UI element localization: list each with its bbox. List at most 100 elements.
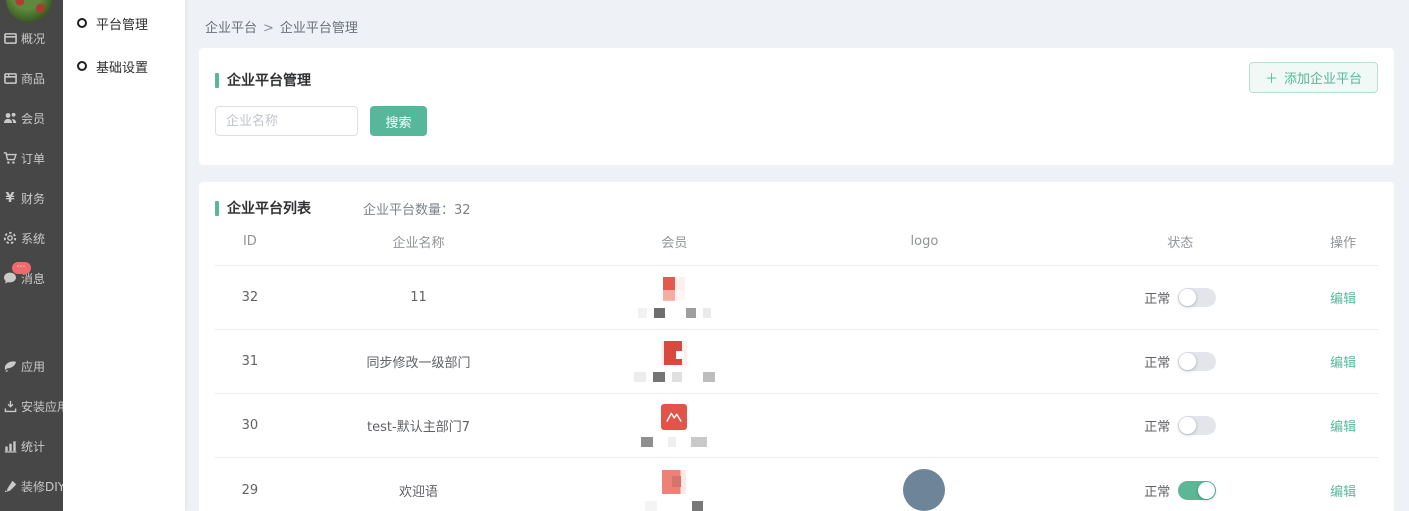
- sidebar-item-label: 应用: [21, 358, 45, 375]
- col-header-id: ID: [215, 234, 285, 249]
- overview-icon: [3, 31, 17, 45]
- orders-icon: [3, 151, 17, 165]
- status-toggle[interactable]: [1178, 416, 1216, 435]
- sidebar-item-label: 财务: [21, 190, 45, 207]
- add-button-label: 添加企业平台: [1284, 68, 1362, 87]
- col-header-action: 操作: [1308, 232, 1378, 251]
- sidebar-item-overview[interactable]: 概况: [0, 30, 63, 46]
- enterprise-name-input[interactable]: [215, 106, 358, 136]
- edit-link[interactable]: 编辑: [1330, 356, 1356, 371]
- redacted-member-names: [641, 437, 707, 447]
- status-label: 正常: [1144, 481, 1170, 500]
- cell-enterprise-name: 同步修改一级部门: [285, 352, 552, 371]
- sidebar-item-goods[interactable]: 商品: [0, 70, 63, 86]
- breadcrumb: 企业平台>企业平台管理: [185, 0, 1409, 48]
- finance-icon: ¥: [3, 191, 17, 205]
- radio-circle-icon: [77, 18, 87, 28]
- user-avatar[interactable]: [6, 0, 52, 22]
- search-row: 搜索: [215, 106, 1394, 136]
- title-accent-bar: [215, 73, 219, 88]
- cell-member: [552, 470, 796, 511]
- submenu-item-platform-management[interactable]: 平台管理: [63, 14, 185, 32]
- breadcrumb-current: 企业平台管理: [280, 21, 358, 36]
- secondary-sidebar: 平台管理 基础设置: [63, 0, 185, 511]
- sidebar-item-diy[interactable]: 装修DIY: [0, 478, 63, 494]
- members-icon: [3, 111, 17, 125]
- sidebar-item-label: 系统: [21, 230, 45, 247]
- edit-link[interactable]: 编辑: [1330, 292, 1356, 307]
- system-icon: [3, 231, 17, 245]
- sidebar-item-label: 安装应用: [21, 398, 63, 415]
- sidebar-item-apps[interactable]: 应用: [0, 358, 63, 374]
- main-content: 企业平台>企业平台管理 企业平台管理 ＋ 添加企业平台 搜索 企业平台列表 企业…: [185, 0, 1409, 511]
- sidebar-item-label: 商品: [21, 70, 45, 87]
- redacted-member-names: [634, 372, 715, 382]
- status-toggle[interactable]: [1178, 288, 1216, 307]
- list-card-header: 企业平台列表 企业平台数量：32: [199, 182, 1394, 218]
- message-badge: ⋯: [12, 262, 31, 274]
- breadcrumb-parent[interactable]: 企业平台: [205, 21, 257, 36]
- search-button[interactable]: 搜索: [370, 106, 427, 136]
- sidebar-item-messages[interactable]: ⋯ 消息: [0, 270, 63, 286]
- col-header-status: 状态: [1052, 232, 1308, 251]
- cell-member: [552, 341, 796, 382]
- cell-status: 正常: [1052, 288, 1308, 307]
- sidebar-menu: 概况 商品 会员 订单 ¥ 财务 系统 ⋯ 消息: [0, 30, 63, 511]
- table-row: 29 欢迎语 正常: [215, 458, 1378, 511]
- platform-table: ID 企业名称 会员 logo 状态 操作 32 11: [215, 218, 1378, 511]
- message-icon: ⋯: [3, 271, 17, 285]
- sidebar-item-finance[interactable]: ¥ 财务: [0, 190, 63, 206]
- status-label: 正常: [1144, 416, 1170, 435]
- cell-status: 正常: [1052, 481, 1308, 500]
- sidebar-item-system[interactable]: 系统: [0, 230, 63, 246]
- col-header-logo: logo: [796, 234, 1052, 249]
- status-toggle[interactable]: [1178, 481, 1216, 500]
- status-toggle[interactable]: [1178, 352, 1216, 371]
- search-card: 企业平台管理 ＋ 添加企业平台 搜索: [199, 48, 1394, 165]
- member-avatar-image: [662, 470, 686, 494]
- member-avatar-image: [661, 341, 687, 365]
- sidebar-item-label: 装修DIY: [21, 478, 63, 495]
- page-title: 企业平台管理: [227, 70, 311, 90]
- redacted-member-names: [638, 308, 711, 318]
- count-value: 32: [454, 203, 471, 218]
- submenu-item-label: 平台管理: [96, 14, 148, 33]
- sidebar-item-label: 概况: [21, 30, 45, 47]
- cell-status: 正常: [1052, 416, 1308, 435]
- cell-enterprise-name: 11: [285, 290, 552, 305]
- sidebar-item-members[interactable]: 会员: [0, 110, 63, 126]
- list-card: 企业平台列表 企业平台数量：32 ID 企业名称 会员 logo 状态 操作 3…: [199, 182, 1394, 511]
- radio-circle-icon: [77, 61, 87, 71]
- sidebar-item-label: 会员: [21, 110, 45, 127]
- sidebar-item-label: 订单: [21, 150, 45, 167]
- sidebar-item-orders[interactable]: 订单: [0, 150, 63, 166]
- cell-id: 32: [215, 290, 285, 305]
- edit-link[interactable]: 编辑: [1330, 420, 1356, 435]
- sidebar-item-install-apps[interactable]: 安装应用: [0, 398, 63, 414]
- status-label: 正常: [1144, 352, 1170, 371]
- toggle-knob: [1198, 482, 1215, 499]
- cell-status: 正常: [1052, 352, 1308, 371]
- cell-member: [552, 277, 796, 318]
- plus-icon: ＋: [1265, 68, 1278, 87]
- table-row: 32 11 正常 编辑: [215, 266, 1378, 330]
- sidebar-item-stats[interactable]: 统计: [0, 438, 63, 454]
- goods-icon: [3, 71, 17, 85]
- member-avatar-image: [663, 277, 685, 301]
- platform-count: 企业平台数量：32: [363, 199, 471, 218]
- add-enterprise-platform-button[interactable]: ＋ 添加企业平台: [1249, 62, 1378, 93]
- cell-enterprise-name: test-默认主部门7: [285, 416, 552, 435]
- list-title: 企业平台列表: [227, 198, 311, 218]
- table-header-row: ID 企业名称 会员 logo 状态 操作: [215, 218, 1378, 266]
- member-avatar-image: [661, 404, 687, 430]
- apps-icon: [3, 359, 17, 373]
- toggle-knob: [1179, 353, 1196, 370]
- submenu-item-basic-settings[interactable]: 基础设置: [63, 57, 185, 75]
- toggle-knob: [1179, 417, 1196, 434]
- list-title-row: 企业平台列表: [215, 198, 311, 218]
- edit-link[interactable]: 编辑: [1330, 485, 1356, 500]
- cell-member: [552, 404, 796, 447]
- submenu-item-label: 基础设置: [96, 57, 148, 76]
- stats-icon: [3, 439, 17, 453]
- table-row: 30 test-默认主部门7 正常: [215, 394, 1378, 458]
